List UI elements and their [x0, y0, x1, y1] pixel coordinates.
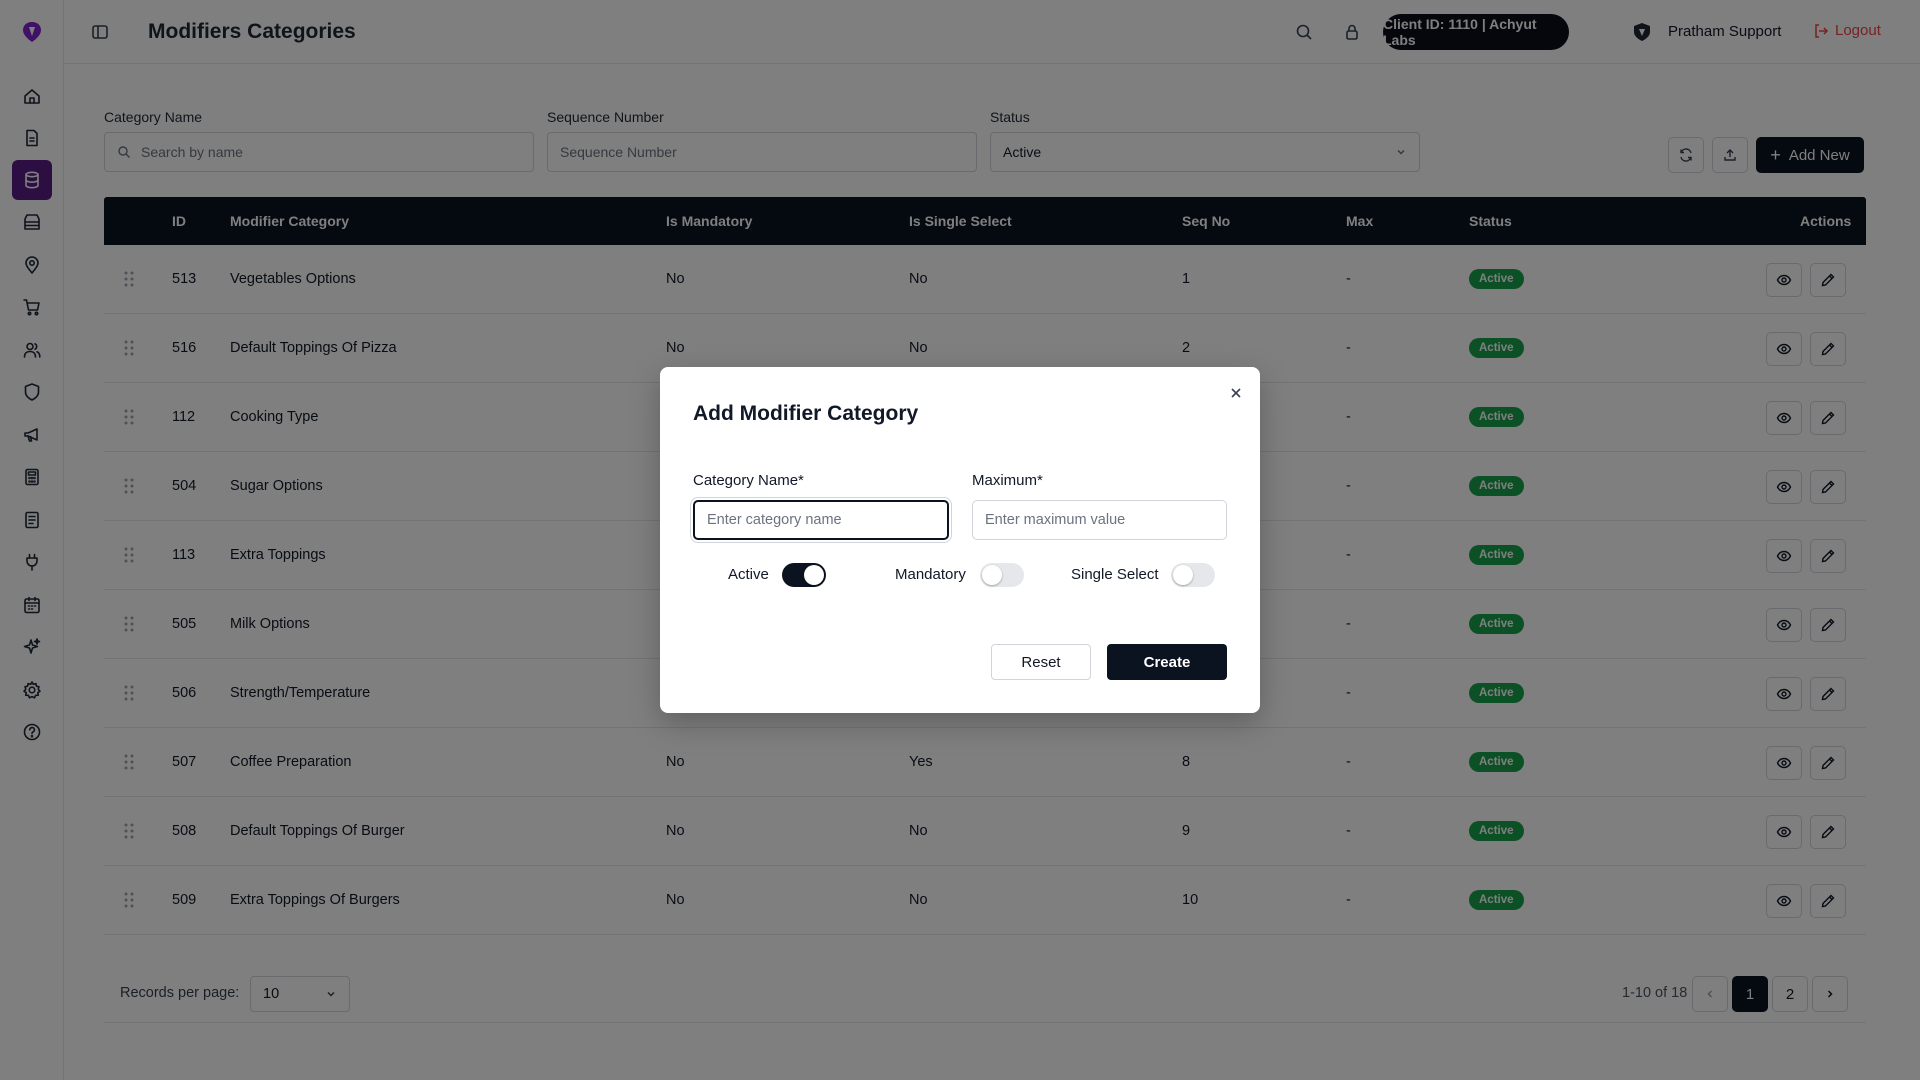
mandatory-toggle-label: Mandatory — [895, 566, 966, 583]
add-modifier-category-modal: Add Modifier Category Category Name* Max… — [660, 367, 1260, 713]
maximum-input[interactable] — [972, 500, 1227, 540]
single-select-toggle-label: Single Select — [1071, 566, 1159, 583]
toggle-knob — [1173, 565, 1193, 585]
mandatory-toggle[interactable] — [980, 563, 1024, 587]
toggle-knob — [804, 565, 824, 585]
create-button[interactable]: Create — [1107, 644, 1227, 680]
category-name-input[interactable] — [693, 500, 949, 540]
close-icon[interactable] — [1228, 385, 1244, 401]
modal-title: Add Modifier Category — [693, 402, 919, 425]
active-toggle[interactable] — [782, 563, 826, 587]
active-toggle-label: Active — [728, 566, 769, 583]
reset-button[interactable]: Reset — [991, 644, 1091, 680]
single-select-toggle[interactable] — [1171, 563, 1215, 587]
toggle-knob — [982, 565, 1002, 585]
category-name-label: Category Name* — [693, 472, 804, 489]
maximum-label: Maximum* — [972, 472, 1043, 489]
